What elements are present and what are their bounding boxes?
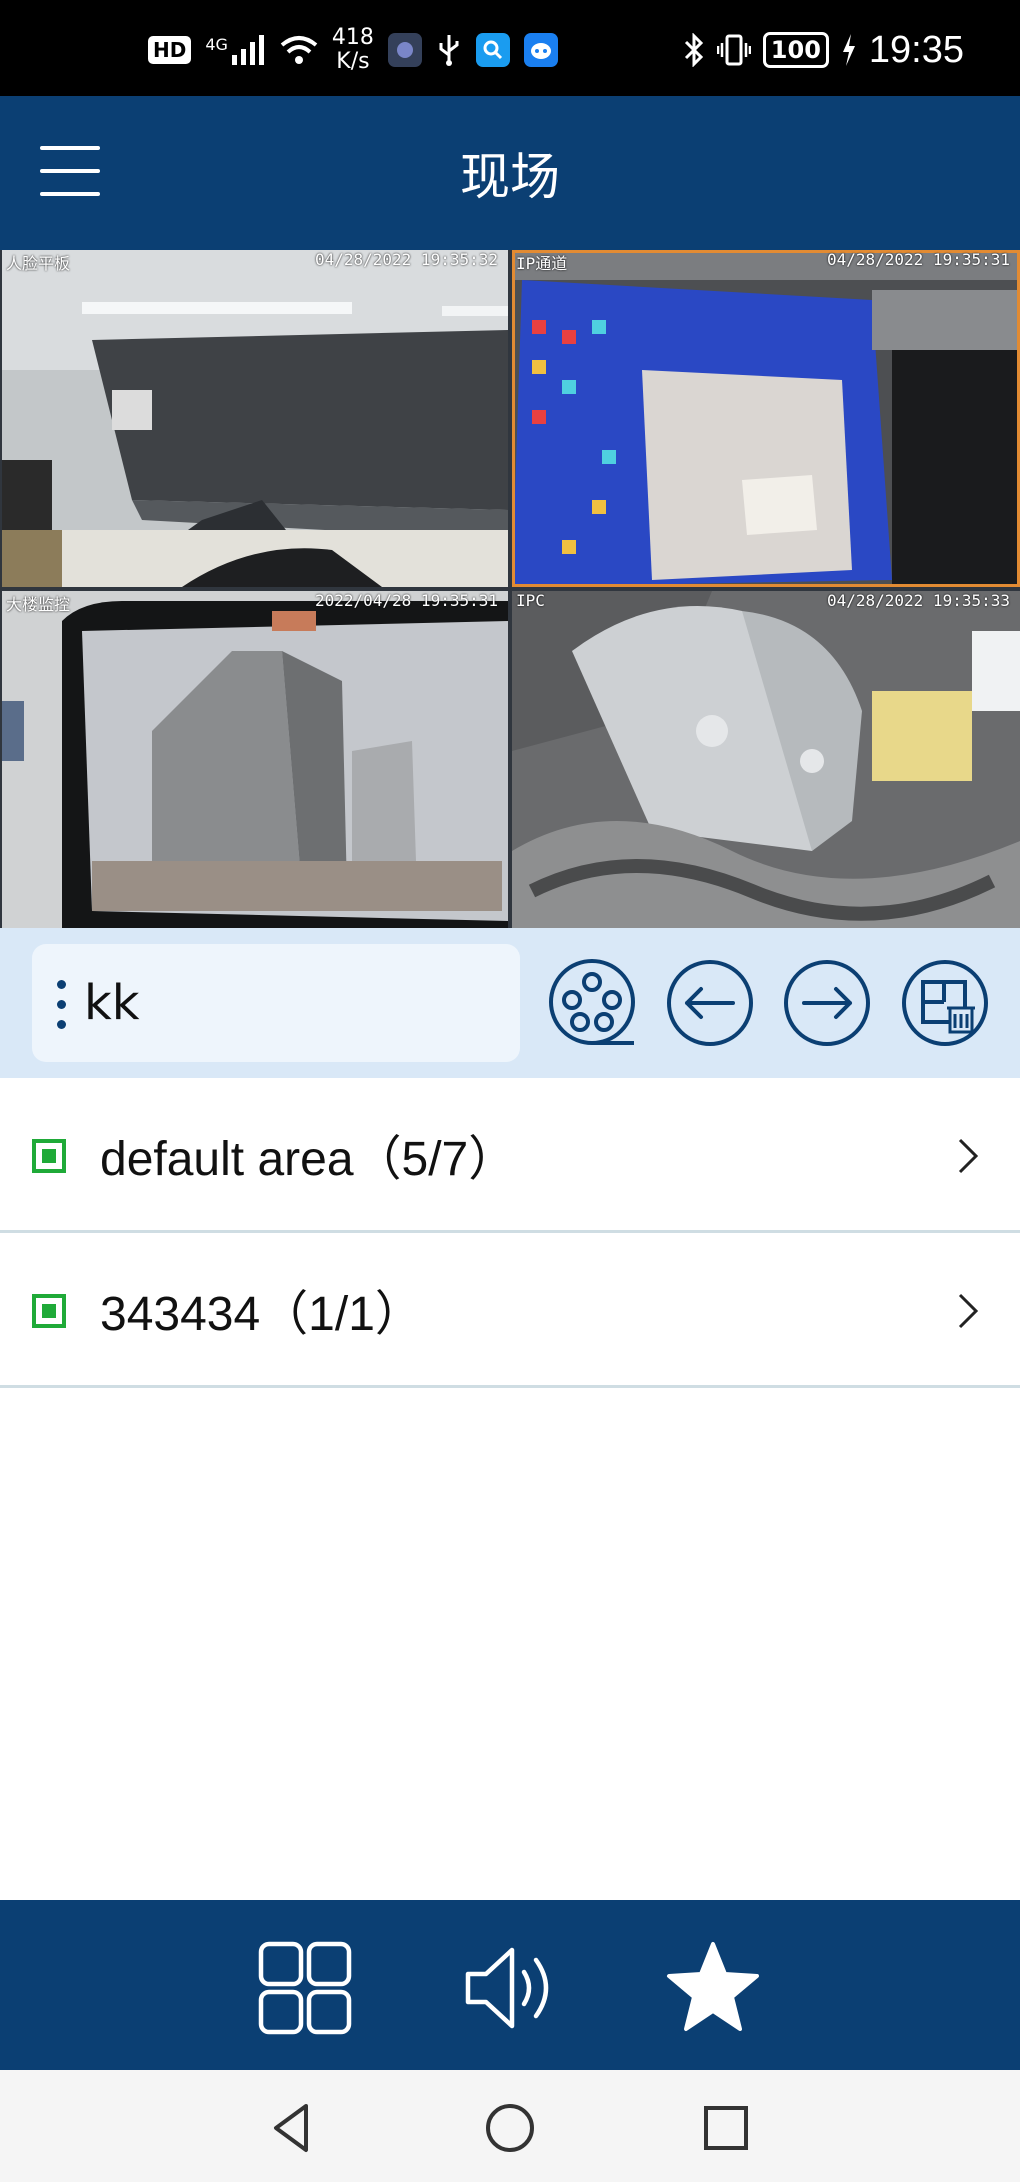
app-root: HD 4G 418 K/s 100 19:35 现场 人脸平板 04/28/20… (0, 0, 1020, 2182)
list-item[interactable]: default area（5/7） (0, 1078, 1020, 1233)
camera-grid: 人脸平板 04/28/2022 19:35:32 IP通道 04/28/2022… (0, 250, 1020, 928)
bluetooth-icon (684, 33, 703, 67)
camera-label-4: IPC (516, 591, 545, 610)
camera-view-1[interactable]: 人脸平板 04/28/2022 19:35:32 (2, 250, 508, 587)
camera-label-3: 大楼监控 (6, 595, 71, 614)
camera-timestamp-3: 2022/04/28 19:35:31 (314, 591, 498, 610)
next-page-button[interactable] (782, 958, 872, 1048)
chevron-right-icon (958, 1293, 979, 1329)
page-title: 现场 (460, 148, 560, 206)
camera-feed-1 (2, 250, 508, 587)
live-toolbar: kk (0, 928, 1020, 1078)
chevron-right-icon (958, 1138, 979, 1174)
audio-button[interactable] (460, 1938, 560, 2038)
title-bar: 现场 (0, 96, 1020, 250)
search-app-icon (475, 33, 510, 67)
recents-square-icon (704, 2106, 748, 2150)
speaker-icon (465, 1947, 549, 2029)
battery-level: 100 (762, 32, 829, 68)
network-type: 4G (205, 35, 266, 65)
grid-layout-icon (258, 1941, 352, 2035)
gallery-app-icon (387, 33, 422, 67)
online-status-icon (32, 1294, 66, 1328)
more-options-icon[interactable] (52, 980, 68, 1030)
network-speed: 418 K/s (332, 26, 374, 74)
status-bar: HD 4G 418 K/s 100 19:35 (0, 0, 1020, 96)
bottom-action-bar (0, 1900, 1020, 2070)
home-circle-icon (486, 2104, 534, 2152)
menu-icon-line-top (40, 146, 100, 150)
camera-feed-2 (512, 250, 1020, 587)
back-triangle-icon (274, 2104, 308, 2152)
nav-home-button[interactable] (480, 2098, 540, 2158)
camera-timestamp-1: 04/28/2022 19:35:32 (314, 250, 498, 269)
film-reel-icon (549, 959, 635, 1045)
search-input[interactable]: kk (84, 944, 140, 1062)
usb-icon (439, 35, 459, 66)
camera-timestamp-2: 04/28/2022 19:35:31 (826, 250, 1010, 269)
camera-feed-3 (2, 591, 508, 928)
speed-value: 418 (331, 25, 374, 50)
camera-view-3[interactable]: 大楼监控 2022/04/28 19:35:31 (2, 591, 508, 928)
camera-timestamp-4: 04/28/2022 19:35:33 (826, 591, 1010, 610)
nav-recents-button[interactable] (696, 2098, 756, 2158)
assistant-app-icon (523, 33, 558, 67)
hd-badge: HD (148, 36, 192, 64)
camera-label-2: IP通道 (516, 254, 568, 273)
camera-feed-4 (512, 591, 1020, 928)
layout-delete-icon (902, 960, 988, 1046)
group-name: default area（5/7） (100, 1133, 517, 1186)
camera-view-4[interactable]: IPC 04/28/2022 19:35:33 (512, 591, 1020, 928)
camera-view-2[interactable]: IP通道 04/28/2022 19:35:31 (512, 250, 1020, 587)
star-icon (667, 1942, 759, 2031)
grid-layout-button[interactable] (255, 1938, 355, 2038)
wifi-icon (280, 36, 318, 64)
clock: 19:35 (868, 28, 964, 71)
system-nav-bar (0, 2070, 1020, 2182)
previous-page-button[interactable] (665, 958, 755, 1048)
playback-reel-button[interactable] (548, 958, 638, 1048)
charging-icon (842, 34, 855, 66)
vibrate-icon (716, 34, 751, 66)
status-right: 100 19:35 (683, 24, 964, 76)
arrow-right-icon (784, 960, 870, 1046)
device-group-list: default area（5/7） 343434（1/1） (0, 1078, 1020, 1388)
favorites-button[interactable] (663, 1938, 763, 2038)
menu-button[interactable] (40, 146, 100, 196)
camera-label-1: 人脸平板 (6, 254, 71, 273)
network-label: 4G (205, 35, 228, 54)
menu-icon-line-mid (40, 169, 100, 173)
arrow-left-icon (667, 960, 753, 1046)
group-name: 343434（1/1） (100, 1288, 423, 1341)
online-status-icon (32, 1139, 66, 1173)
clear-layout-button[interactable] (900, 958, 990, 1048)
nav-back-button[interactable] (262, 2098, 322, 2158)
menu-icon-line-bottom (40, 192, 100, 196)
device-search-box[interactable]: kk (32, 944, 520, 1062)
status-left: HD 4G 418 K/s (148, 24, 558, 76)
speed-unit: K/s (336, 49, 370, 74)
list-item[interactable]: 343434（1/1） (0, 1233, 1020, 1388)
signal-icon (231, 35, 264, 65)
